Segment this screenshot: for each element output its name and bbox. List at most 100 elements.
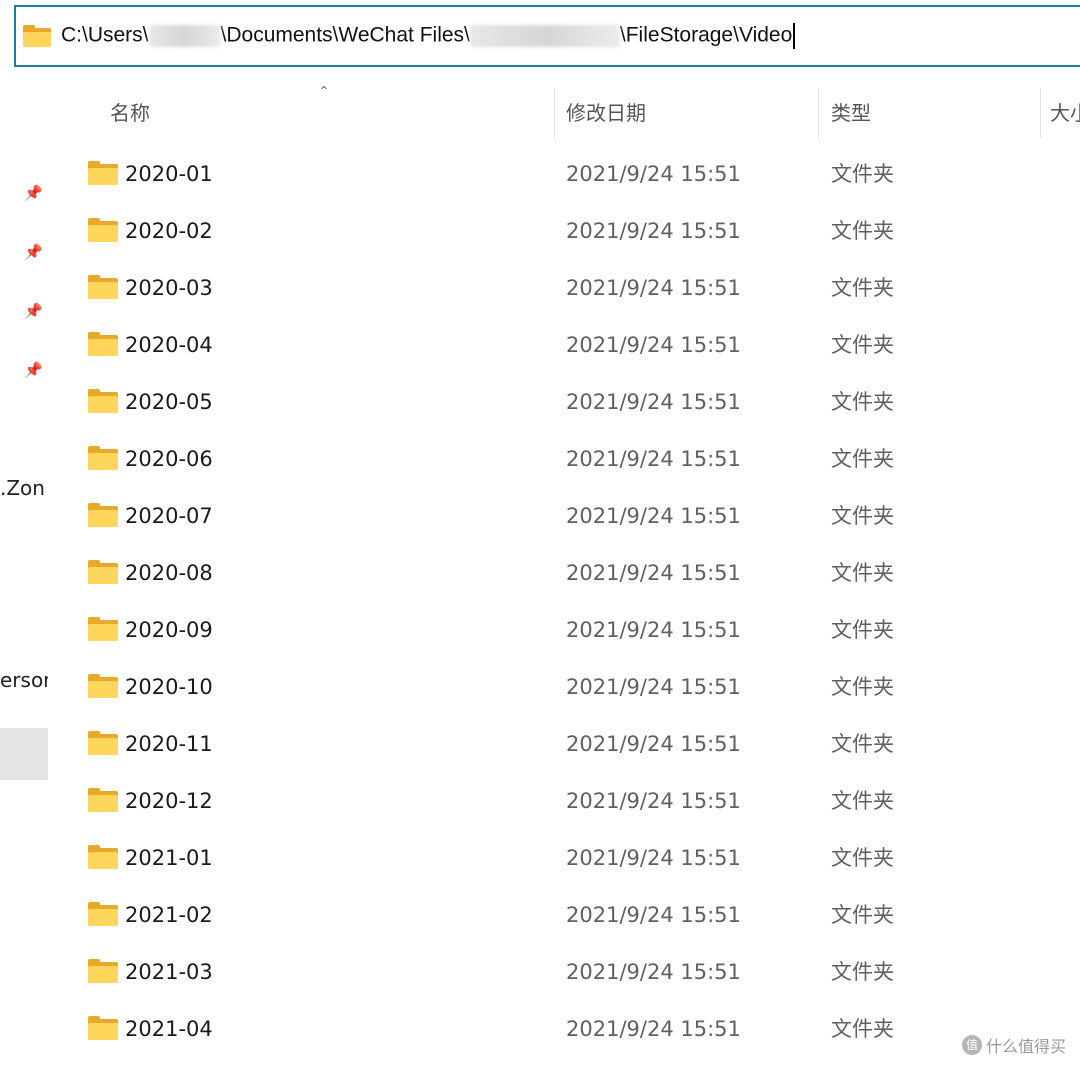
file-type: 文件夹: [831, 390, 894, 414]
redacted-username: [148, 25, 221, 47]
file-modified-date: 2021/9/24 15:51: [566, 162, 741, 186]
file-name: 2020-03: [125, 276, 213, 300]
nav-item-selected[interactable]: [0, 728, 48, 780]
file-type: 文件夹: [831, 1017, 894, 1041]
pin-icon[interactable]: 📌: [24, 184, 43, 202]
file-name: 2020-02: [125, 219, 213, 243]
folder-icon: [88, 959, 118, 983]
file-type: 文件夹: [831, 846, 894, 870]
folder-icon: [88, 389, 118, 413]
nav-item-zone[interactable]: .Zon: [0, 476, 48, 500]
file-type: 文件夹: [831, 675, 894, 699]
folder-icon: [88, 788, 118, 812]
file-list: 2020-01 2021/9/24 15:51 文件夹 2020-02 2021/9/2…: [52, 146, 1080, 1058]
column-divider[interactable]: [818, 88, 819, 138]
file-row[interactable]: 2020-09 2021/9/24 15:51 文件夹: [52, 602, 1080, 659]
folder-icon: [23, 25, 51, 47]
file-modified-date: 2021/9/24 15:51: [566, 960, 741, 984]
address-bar[interactable]: C:\Users\ \Documents\WeChat Files\ \FileSt…: [14, 5, 1080, 67]
file-type: 文件夹: [831, 504, 894, 528]
text-cursor: [793, 23, 796, 49]
folder-icon: [88, 446, 118, 470]
file-type: 文件夹: [831, 447, 894, 471]
file-type: 文件夹: [831, 333, 894, 357]
file-modified-date: 2021/9/24 15:51: [566, 675, 741, 699]
pin-icon[interactable]: 📌: [24, 361, 43, 379]
file-name: 2021-04: [125, 1017, 213, 1041]
file-row[interactable]: 2020-05 2021/9/24 15:51 文件夹: [52, 374, 1080, 431]
file-row[interactable]: 2020-03 2021/9/24 15:51 文件夹: [52, 260, 1080, 317]
file-row[interactable]: 2020-01 2021/9/24 15:51 文件夹: [52, 146, 1080, 203]
file-row[interactable]: 2021-03 2021/9/24 15:51 文件夹: [52, 944, 1080, 1001]
address-path[interactable]: C:\Users\ \Documents\WeChat Files\ \FileSt…: [61, 23, 796, 49]
file-row[interactable]: 2020-07 2021/9/24 15:51 文件夹: [52, 488, 1080, 545]
file-type: 文件夹: [831, 960, 894, 984]
column-header-size[interactable]: 大小: [1050, 84, 1080, 142]
file-name: 2021-03: [125, 960, 213, 984]
file-name: 2020-09: [125, 618, 213, 642]
file-type: 文件夹: [831, 903, 894, 927]
navigation-pane: 📌 📌 📌 📌 .Zon ersor: [0, 80, 50, 1069]
file-row[interactable]: 2020-12 2021/9/24 15:51 文件夹: [52, 773, 1080, 830]
column-header-name[interactable]: 名称: [110, 84, 150, 142]
file-modified-date: 2021/9/24 15:51: [566, 276, 741, 300]
file-row[interactable]: 2020-06 2021/9/24 15:51 文件夹: [52, 431, 1080, 488]
watermark-text: 什么值得买: [985, 1037, 1066, 1056]
folder-icon: [88, 731, 118, 755]
file-row[interactable]: 2021-02 2021/9/24 15:51 文件夹: [52, 887, 1080, 944]
folder-icon: [88, 560, 118, 584]
column-header-type[interactable]: 类型: [831, 84, 871, 142]
file-name: 2020-10: [125, 675, 213, 699]
column-divider[interactable]: [1040, 88, 1041, 138]
folder-icon: [88, 332, 118, 356]
file-name: 2020-07: [125, 504, 213, 528]
file-type: 文件夹: [831, 789, 894, 813]
file-row[interactable]: 2021-01 2021/9/24 15:51 文件夹: [52, 830, 1080, 887]
file-name: 2020-12: [125, 789, 213, 813]
folder-icon: [88, 161, 118, 185]
folder-icon: [88, 674, 118, 698]
file-type: 文件夹: [831, 219, 894, 243]
file-row[interactable]: 2020-10 2021/9/24 15:51 文件夹: [52, 659, 1080, 716]
file-row[interactable]: 2020-04 2021/9/24 15:51 文件夹: [52, 317, 1080, 374]
file-name: 2020-05: [125, 390, 213, 414]
file-type: 文件夹: [831, 276, 894, 300]
file-name: 2020-04: [125, 333, 213, 357]
file-type: 文件夹: [831, 732, 894, 756]
file-modified-date: 2021/9/24 15:51: [566, 732, 741, 756]
file-type: 文件夹: [831, 618, 894, 642]
file-modified-date: 2021/9/24 15:51: [566, 1017, 741, 1041]
file-modified-date: 2021/9/24 15:51: [566, 789, 741, 813]
file-name: 2020-08: [125, 561, 213, 585]
file-name: 2020-06: [125, 447, 213, 471]
file-type: 文件夹: [831, 162, 894, 186]
file-name: 2020-11: [125, 732, 213, 756]
folder-icon: [88, 275, 118, 299]
file-modified-date: 2021/9/24 15:51: [566, 903, 741, 927]
file-modified-date: 2021/9/24 15:51: [566, 390, 741, 414]
file-modified-date: 2021/9/24 15:51: [566, 219, 741, 243]
path-segment-filestorage: \FileStorage\Video: [619, 23, 793, 47]
folder-icon: [88, 218, 118, 242]
file-type: 文件夹: [831, 561, 894, 585]
file-modified-date: 2021/9/24 15:51: [566, 618, 741, 642]
file-row[interactable]: 2020-11 2021/9/24 15:51 文件夹: [52, 716, 1080, 773]
pin-icon[interactable]: 📌: [24, 302, 43, 320]
watermark: 值 什么值得买: [961, 1033, 1066, 1057]
folder-icon: [88, 1016, 118, 1040]
file-modified-date: 2021/9/24 15:51: [566, 561, 741, 585]
path-segment-users: C:\Users\: [61, 23, 149, 47]
file-name: 2021-01: [125, 846, 213, 870]
file-row[interactable]: 2021-04 2021/9/24 15:51 文件夹: [52, 1001, 1080, 1058]
file-row[interactable]: 2020-02 2021/9/24 15:51 文件夹: [52, 203, 1080, 260]
file-name: 2021-02: [125, 903, 213, 927]
folder-icon: [88, 902, 118, 926]
watermark-logo-icon: 值: [961, 1035, 982, 1055]
pin-icon[interactable]: 📌: [24, 243, 43, 261]
column-divider[interactable]: [554, 88, 555, 138]
nav-item-personal[interactable]: ersor: [0, 668, 48, 692]
folder-icon: [88, 617, 118, 641]
folder-icon: [88, 845, 118, 869]
file-row[interactable]: 2020-08 2021/9/24 15:51 文件夹: [52, 545, 1080, 602]
column-header-modified[interactable]: 修改日期: [566, 84, 646, 142]
